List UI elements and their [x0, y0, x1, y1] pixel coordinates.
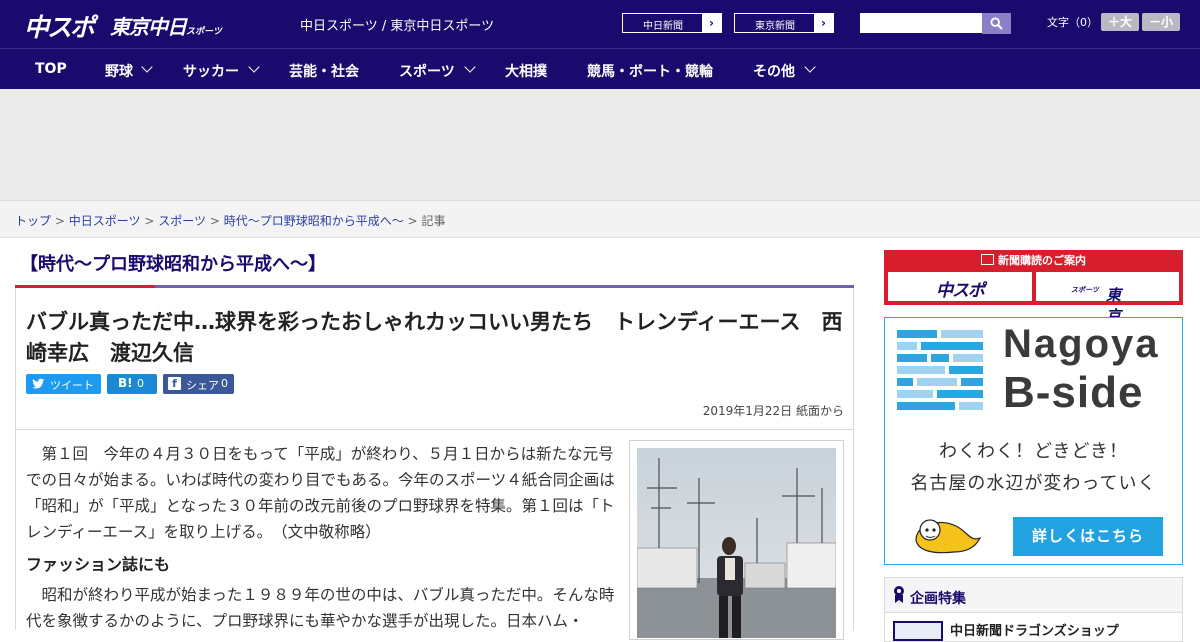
- subscribe-chusupo-logo: 中スポ: [936, 281, 985, 301]
- article-paragraph-1: 第１回 今年の４月３０日をもって「平成」が終わり、５月１日からは新たな元号での日…: [26, 445, 615, 541]
- subscribe-tokyo-chunichi-logo-small: スポーツ: [1071, 286, 1099, 294]
- tokyo-chunichi-logo-small: スポーツ: [186, 27, 222, 37]
- features-title: 企画特集: [910, 591, 966, 607]
- search-icon: [990, 17, 1003, 30]
- article-subheading: ファッション誌にも: [26, 555, 171, 574]
- article-photo[interactable]: [637, 448, 836, 638]
- main-nav: TOP 野球 サッカー 芸能・社会 スポーツ 大相撲 競馬・ボート・競輪 その他: [0, 48, 1200, 90]
- breadcrumb-chunichi-sports[interactable]: 中日スポーツ: [69, 214, 141, 228]
- breadcrumb-series[interactable]: 時代～プロ野球昭和から平成へ～: [224, 214, 404, 228]
- chevron-down-icon[interactable]: [464, 61, 476, 73]
- subscribe-tokyo-chunichi-button[interactable]: 東京中日スポーツ: [1036, 272, 1179, 367]
- font-size-label: 文字（0）: [1047, 16, 1098, 29]
- chunichi-shimbun-label: 中日新聞: [643, 21, 683, 32]
- facebook-share-label: シェア: [186, 379, 219, 392]
- search-input[interactable]: [860, 13, 982, 33]
- font-smaller-button[interactable]: －小: [1142, 13, 1180, 31]
- ribbon-icon: [894, 586, 904, 603]
- harbor-photo-image: [637, 448, 836, 638]
- breadcrumb-home[interactable]: トップ: [15, 214, 51, 228]
- subscription-heading-text: 新聞購読のご案内: [998, 254, 1086, 267]
- article-date: 2019年1月22日 紙面から: [702, 404, 844, 418]
- nav-item-entertainment[interactable]: 芸能・社会: [289, 61, 359, 81]
- facebook-share-button[interactable]: f シェア 0: [163, 374, 234, 394]
- twitter-bird-icon: [32, 377, 45, 392]
- top-header: 中スポ 東京中日スポーツ 中日スポーツ / 東京中日スポーツ 中日新聞 › 東京…: [0, 0, 1200, 48]
- breadcrumb-sports[interactable]: スポーツ: [158, 214, 206, 228]
- nav-item-soccer[interactable]: サッカー: [183, 61, 239, 81]
- nav-item-racing[interactable]: 競馬・ボート・競輪: [587, 61, 713, 81]
- tweet-button[interactable]: ツイート: [26, 374, 101, 394]
- chusupo-logo[interactable]: 中スポ: [24, 8, 95, 44]
- site-title: 中日スポーツ / 東京中日スポーツ: [300, 19, 495, 34]
- facebook-icon: f: [168, 377, 181, 390]
- fried-shrimp-mascot-icon: [915, 519, 982, 554]
- font-bigger-button[interactable]: ＋大: [1101, 13, 1139, 31]
- breadcrumb-separator: >: [209, 214, 220, 228]
- hatena-count: 0: [137, 377, 144, 390]
- feature-thumbnail[interactable]: [893, 621, 943, 641]
- subscription-heading: 新聞購読のご案内: [884, 252, 1183, 268]
- nav-item-sumo[interactable]: 大相撲: [505, 61, 547, 81]
- chevron-down-icon[interactable]: [248, 61, 260, 73]
- article-paragraph-2: 昭和が終わり平成が始まった１９８９年の世の中は、バブル真っただ中。そんな時代を象…: [26, 586, 615, 630]
- tokyo-chunichi-logo[interactable]: 東京中日スポーツ: [110, 11, 222, 40]
- nav-item-sports[interactable]: スポーツ: [399, 61, 455, 81]
- tweet-label: ツイート: [50, 379, 94, 392]
- chevron-right-icon: ›: [702, 14, 721, 32]
- breadcrumb: トップ > 中日スポーツ > スポーツ > 時代～プロ野球昭和から平成へ～ > …: [0, 200, 1200, 238]
- tokyo-chunichi-logo-text: 東京中日: [110, 15, 187, 39]
- breadcrumb-trail: トップ > 中日スポーツ > スポーツ > 時代～プロ野球昭和から平成へ～ > …: [15, 212, 445, 229]
- newspaper-icon: [981, 254, 994, 265]
- search-button[interactable]: [982, 13, 1011, 34]
- ad-title-line2: B-side: [1003, 368, 1144, 417]
- brick-wall-graphic: [897, 330, 983, 410]
- breadcrumb-separator: >: [407, 214, 418, 228]
- chunichi-shimbun-link[interactable]: 中日新聞 ›: [622, 13, 722, 33]
- chevron-right-icon: ›: [814, 14, 833, 32]
- series-title[interactable]: 【時代～プロ野球昭和から平成へ～】: [20, 250, 326, 276]
- ad-banner-area: [0, 89, 1200, 200]
- subscribe-chusupo-button[interactable]: 中スポ: [888, 272, 1032, 301]
- ad-details-button[interactable]: 詳しくはこちら: [1013, 517, 1163, 556]
- chevron-down-icon[interactable]: [804, 61, 816, 73]
- nav-item-baseball[interactable]: 野球: [105, 61, 133, 81]
- nav-item-top[interactable]: TOP: [35, 61, 67, 77]
- ad-tagline-2: 名古屋の水辺が変わっていく: [910, 473, 1157, 494]
- hatena-bookmark-button[interactable]: B! 0: [107, 374, 157, 394]
- breadcrumb-current: 記事: [421, 214, 446, 228]
- chevron-down-icon[interactable]: [141, 61, 153, 73]
- tokyo-shimbun-label: 東京新聞: [755, 21, 795, 32]
- article-headline: バブル真っただ中…球界を彩ったおしゃれカッコいい男たち トレンディーエース 西崎…: [26, 310, 843, 365]
- breadcrumb-separator: >: [144, 214, 155, 228]
- facebook-share-count: 0: [221, 377, 228, 390]
- ad-title-line1: Nagoya: [1003, 322, 1160, 366]
- hatena-icon: B!: [118, 376, 133, 390]
- subscribe-tokyo-chunichi-logo: 東京中日スポーツ: [1071, 278, 1121, 367]
- ad-tagline-1: わくわく！どきどき！: [939, 441, 1128, 462]
- breadcrumb-separator: >: [54, 214, 65, 228]
- subscription-banner[interactable]: 新聞購読のご案内 中スポ 東京中日スポーツ: [884, 250, 1183, 367]
- tokyo-shimbun-link[interactable]: 東京新聞 ›: [734, 13, 834, 33]
- nav-item-other[interactable]: その他: [753, 61, 795, 81]
